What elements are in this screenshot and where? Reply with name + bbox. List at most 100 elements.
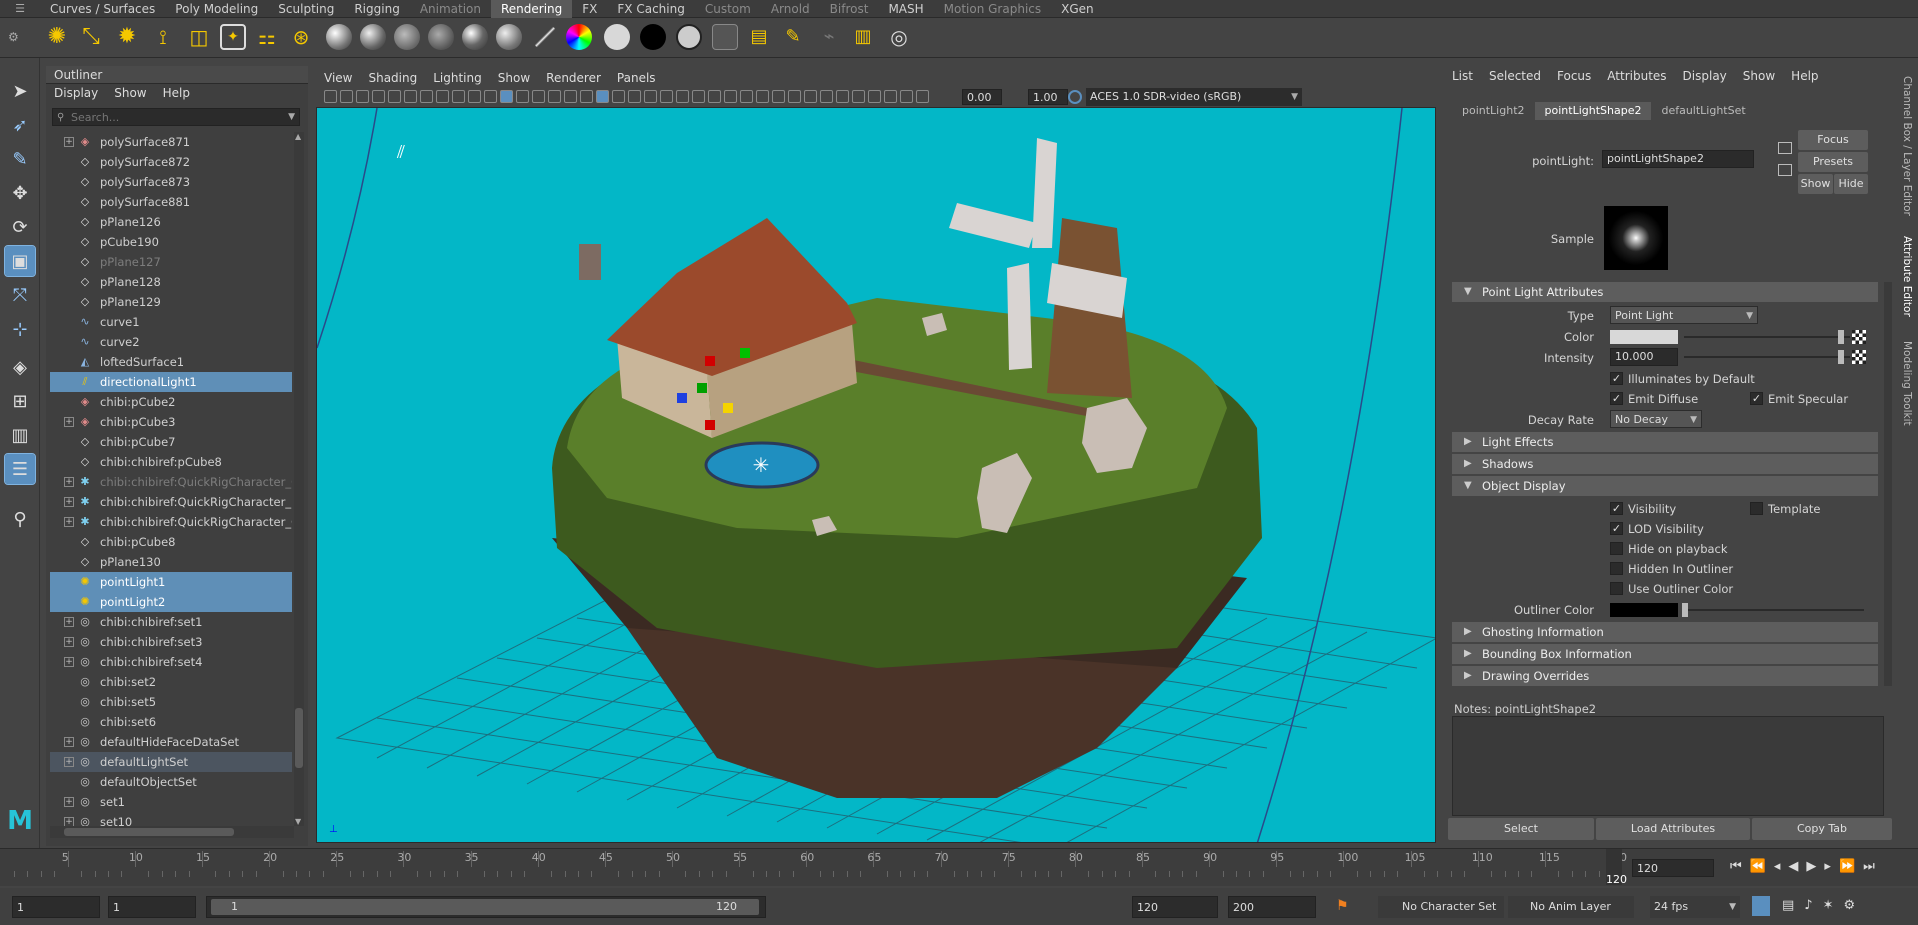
ae-menu-list[interactable]: List (1444, 67, 1481, 85)
search-icon[interactable]: ⚲ (5, 504, 35, 534)
outliner-row[interactable]: ◇ chibi:chibiref:pCube8 (50, 452, 292, 472)
outliner-row[interactable]: ◎ chibi:set2 (50, 672, 292, 692)
step-back-icon[interactable]: ⏪ (1750, 859, 1774, 874)
shelf-settings-icon[interactable]: ⚙ (8, 24, 20, 50)
outliner-row[interactable]: ◇ pPlane128 (50, 272, 292, 292)
step-back-key-icon[interactable]: ◂ (1774, 859, 1789, 874)
viewport-tool-icon[interactable] (628, 90, 641, 103)
outliner-vertical-scrollbar[interactable]: ▲ ▼ (294, 132, 304, 826)
outliner-row[interactable]: ◇ chibi:pCube8 (50, 532, 292, 552)
scale-tool-icon[interactable]: ▣ (4, 245, 36, 277)
hidden-in-outliner-checkbox[interactable] (1610, 562, 1623, 575)
play-forward-icon[interactable]: ▶ (1806, 859, 1824, 874)
black-shader-icon[interactable] (640, 24, 666, 50)
batch-render-icon[interactable]: ✎ (780, 24, 806, 50)
color-shader-icon[interactable] (566, 24, 592, 50)
current-frame-marker[interactable]: 120 (1606, 849, 1627, 886)
cache-icon[interactable]: ▤ (1782, 898, 1804, 913)
viewport-menu-panels[interactable]: Panels (609, 69, 664, 87)
ae-tab-pointlightshape2[interactable]: pointLightShape2 (1534, 102, 1652, 120)
viewport-tool-icon[interactable] (836, 90, 849, 103)
expand-icon[interactable]: + (64, 497, 74, 507)
visibility-checkbox[interactable]: ✓ (1610, 502, 1623, 515)
shelf-tab-fx[interactable]: FX (572, 0, 607, 18)
render-sequence-icon[interactable]: ▤ (746, 24, 772, 50)
expand-icon[interactable]: + (64, 617, 74, 627)
outliner-search-input[interactable] (71, 110, 271, 124)
outliner-color-slider-handle[interactable] (1682, 603, 1688, 617)
search-options-icon[interactable]: ▼ (288, 112, 295, 122)
outliner-scroll-thumb[interactable] (295, 708, 303, 768)
focus-button[interactable]: Focus (1798, 130, 1868, 150)
viewport-tool-icon[interactable] (852, 90, 865, 103)
go-to-start-icon[interactable]: ⏮ (1730, 859, 1750, 874)
intensity-field[interactable]: 10.000 (1610, 348, 1678, 366)
animation-start-field[interactable] (12, 896, 100, 918)
outliner-row[interactable]: + ◎ set1 (50, 792, 292, 812)
light-array-icon[interactable]: ⚏ (254, 24, 280, 50)
viewport-menu-renderer[interactable]: Renderer (538, 69, 609, 87)
expand-icon[interactable]: + (64, 477, 74, 487)
shelf-tab-curves-surfaces[interactable]: Curves / Surfaces (40, 0, 165, 18)
outliner-row[interactable]: ⫽ directionalLight1 (50, 372, 292, 392)
copy-tab-button[interactable]: Copy Tab (1752, 818, 1892, 840)
step-forward-icon[interactable]: ⏩ (1839, 859, 1863, 874)
range-slider[interactable]: 1 120 (206, 896, 766, 918)
render-region-icon[interactable]: ⌁ (816, 24, 842, 50)
outliner-row[interactable]: ∿ curve2 (50, 332, 292, 352)
outliner-row[interactable]: ✺ pointLight2 (50, 592, 292, 612)
intensity-slider[interactable] (1684, 356, 1850, 358)
viewport-tool-icon[interactable] (868, 90, 881, 103)
section-ghosting[interactable]: ▶ Ghosting Information (1452, 622, 1878, 642)
viewport-tool-icon[interactable] (916, 90, 929, 103)
section-shadows[interactable]: ▶ Shadows (1452, 454, 1878, 474)
channel-box-tab[interactable]: Channel Box / Layer Editor (1901, 76, 1913, 216)
range-slider-thumb[interactable] (211, 899, 759, 915)
ae-menu-focus[interactable]: Focus (1549, 67, 1599, 85)
viewport-menu-view[interactable]: View (316, 69, 360, 87)
expand-icon[interactable]: + (64, 737, 74, 747)
viewport-tool-icon[interactable] (548, 90, 561, 103)
anim-layer-dropdown[interactable]: No Anim Layer (1508, 896, 1634, 918)
illuminates-default-checkbox[interactable]: ✓ (1610, 372, 1623, 385)
viewport-tool-icon[interactable] (612, 90, 625, 103)
outliner-menu-display[interactable]: Display (46, 84, 106, 102)
viewport-tool-icon[interactable] (436, 90, 449, 103)
viewport-tool-icon[interactable] (324, 90, 337, 103)
outliner-row[interactable]: + ◈ polySurface871 (50, 132, 292, 152)
two-view-icon[interactable]: ▥ (5, 420, 35, 450)
viewport-tool-icon[interactable] (708, 90, 721, 103)
viewport-tool-icon[interactable] (724, 90, 737, 103)
material-lambert-icon[interactable] (394, 24, 420, 50)
section-bounding-box[interactable]: ▶ Bounding Box Information (1452, 644, 1878, 664)
ae-menu-help[interactable]: Help (1783, 67, 1826, 85)
outliner-horizontal-scrollbar[interactable] (50, 826, 294, 838)
ae-vertical-scrollbar[interactable] (1884, 282, 1892, 686)
decay-dropdown[interactable]: No Decay ▼ (1610, 410, 1702, 428)
expand-icon[interactable]: + (64, 137, 74, 147)
gamma-field[interactable] (1028, 89, 1068, 105)
hide-on-playback-checkbox[interactable] (1610, 542, 1623, 555)
auto-key-icon[interactable]: ⚑ (1336, 898, 1349, 914)
lod-visibility-checkbox[interactable]: ✓ (1610, 522, 1623, 535)
viewport-menu-shading[interactable]: Shading (360, 69, 425, 87)
show-button[interactable]: Show (1798, 174, 1833, 194)
outliner-row[interactable]: ◇ pPlane130 (50, 552, 292, 572)
viewport-tool-icon[interactable] (564, 90, 577, 103)
shelf-tab-poly-modeling[interactable]: Poly Modeling (165, 0, 268, 18)
exposure-field[interactable] (962, 89, 1002, 105)
outliner-row[interactable]: ◎ defaultObjectSet (50, 772, 292, 792)
outliner-row[interactable]: ◈ chibi:pCube2 (50, 392, 292, 412)
viewport-tool-icon[interactable] (468, 90, 481, 103)
outliner-color-slider[interactable] (1684, 609, 1864, 611)
attribute-editor-tab[interactable]: Attribute Editor (1901, 236, 1913, 317)
render-layer-icon[interactable] (712, 24, 738, 50)
section-light-effects[interactable]: ▶ Light Effects (1452, 432, 1878, 452)
material-blinn-icon[interactable] (326, 24, 352, 50)
fps-dropdown[interactable]: 24 fps ▼ (1650, 896, 1740, 918)
use-outliner-color-checkbox[interactable] (1610, 582, 1623, 595)
outliner-row[interactable]: + ◎ chibi:chibiref:set3 (50, 632, 292, 652)
outliner-color-swatch[interactable] (1610, 603, 1678, 617)
shelf-tab-arnold[interactable]: Arnold (761, 0, 820, 18)
step-forward-key-icon[interactable]: ▸ (1824, 859, 1839, 874)
